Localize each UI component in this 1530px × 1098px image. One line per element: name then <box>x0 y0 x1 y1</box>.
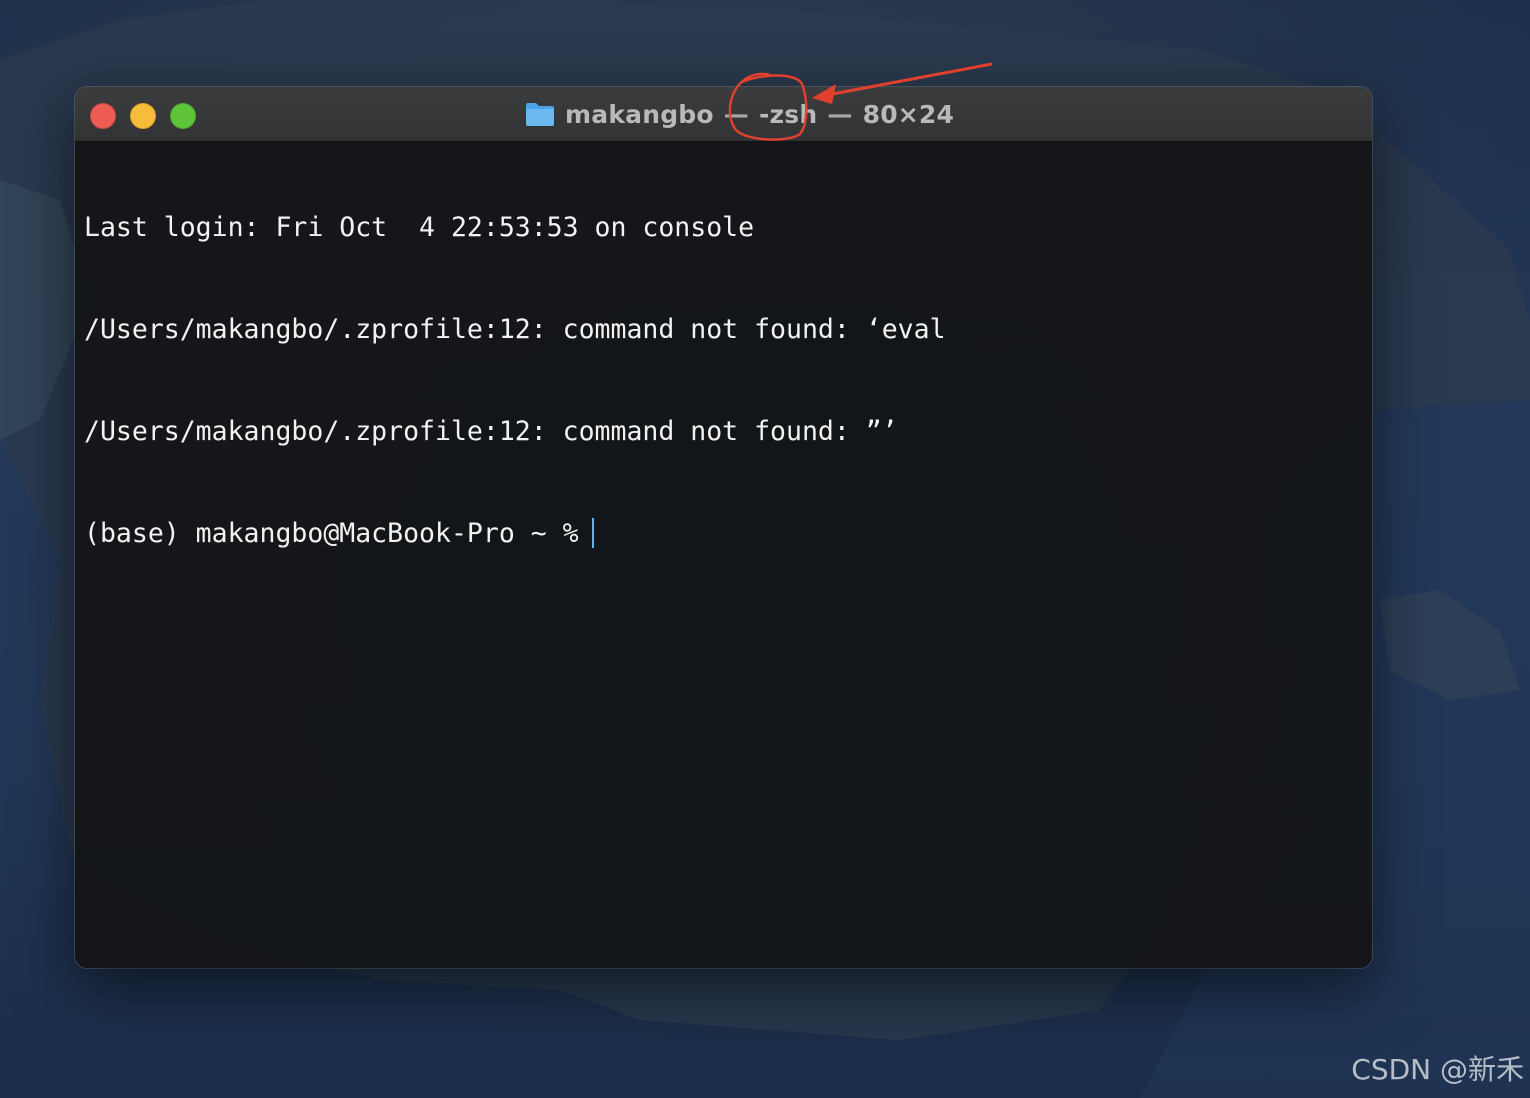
shell-prompt: (base) makangbo@MacBook-Pro ~ % <box>84 518 579 549</box>
title-size: 80×24 <box>862 99 955 129</box>
title-bar[interactable]: makangbo — -zsh — 80×24 <box>75 87 1372 142</box>
terminal-line-error: /Users/makangbo/.zprofile:12: command no… <box>84 314 946 345</box>
close-button[interactable] <box>90 103 116 129</box>
title-separator: — <box>723 99 749 129</box>
text-cursor <box>591 518 594 548</box>
folder-icon <box>526 103 554 126</box>
terminal-line-last-login: Last login: Fri Oct 4 22:53:53 on consol… <box>84 212 755 243</box>
terminal-window: makangbo — -zsh — 80×24 Last login: Fri … <box>75 87 1372 968</box>
terminal-output[interactable]: Last login: Fri Oct 4 22:53:53 on consol… <box>84 143 1363 958</box>
title-shell: -zsh <box>758 99 818 129</box>
minimize-button[interactable] <box>130 103 156 129</box>
window-title: makangbo — -zsh — 80×24 <box>525 97 954 131</box>
zoom-button[interactable] <box>170 103 196 129</box>
title-separator: — <box>827 99 853 129</box>
watermark: CSDN @新禾 <box>1351 1053 1524 1086</box>
terminal-prompt-line[interactable]: (base) makangbo@MacBook-Pro ~ % <box>84 517 1363 551</box>
title-directory: makangbo <box>565 99 714 129</box>
terminal-line-error: /Users/makangbo/.zprofile:12: command no… <box>84 416 898 447</box>
